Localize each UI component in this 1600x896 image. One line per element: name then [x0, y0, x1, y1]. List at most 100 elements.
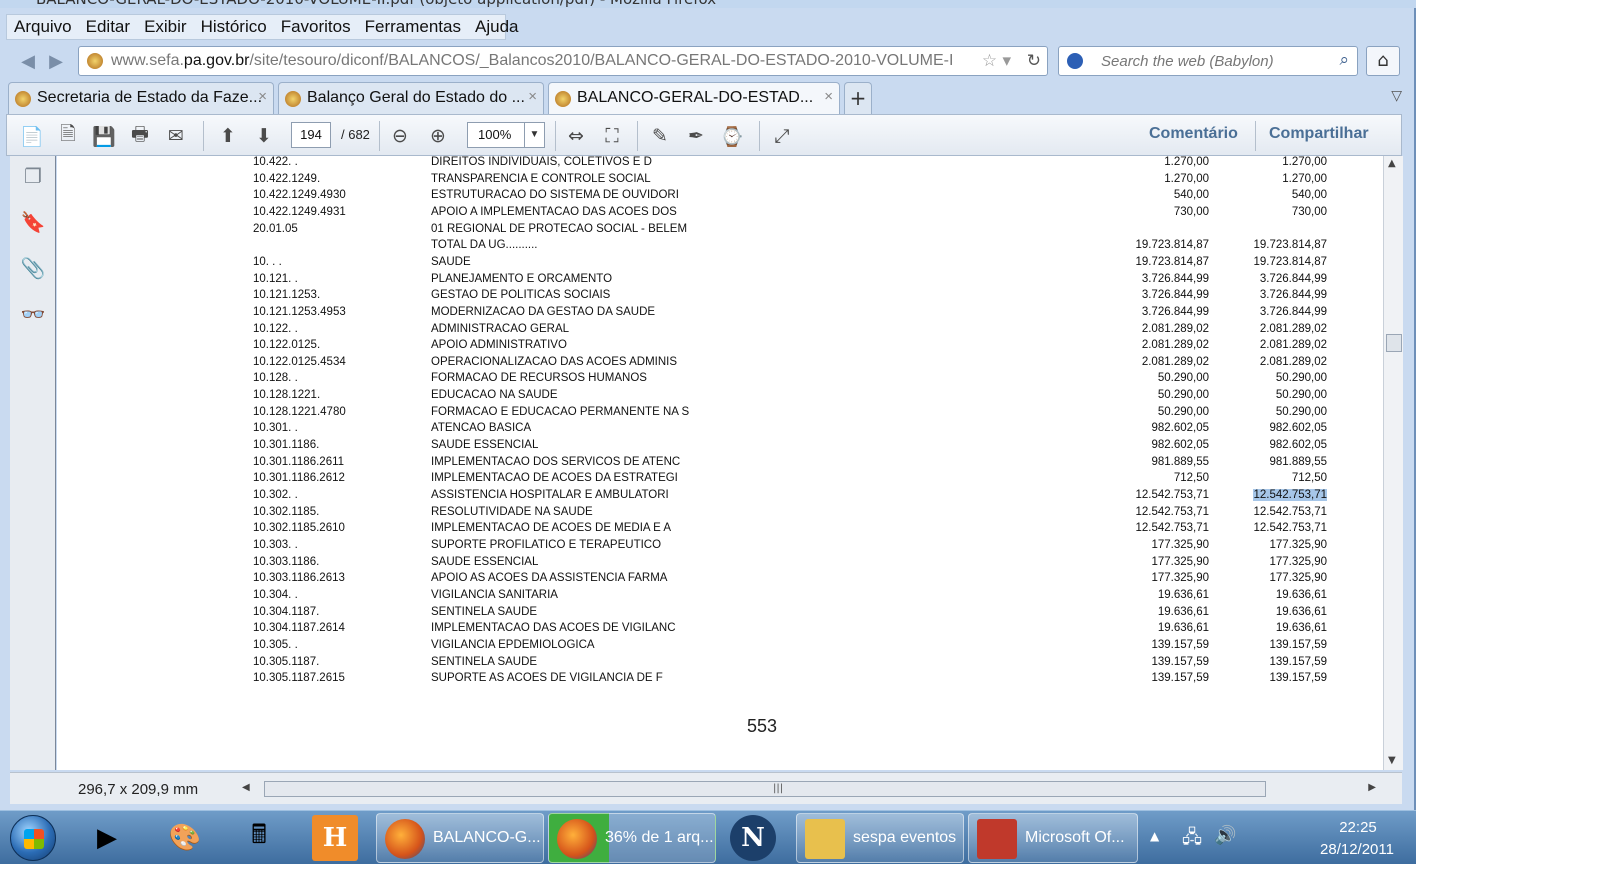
scroll-thumb[interactable]: [1386, 334, 1402, 352]
menu-favoritos[interactable]: Favoritos: [274, 17, 358, 37]
row-value-2: 19.636,61: [1275, 588, 1327, 601]
search-icon[interactable]: ⌕: [1339, 50, 1349, 70]
email-icon[interactable]: ✉: [163, 123, 189, 149]
menu-historico[interactable]: Histórico: [194, 17, 274, 37]
row-description: SUPORTE PROFILATICO E TERAPEUTICO: [431, 538, 662, 551]
fit-width-icon[interactable]: ⇔: [563, 123, 589, 149]
edit-pdf-icon[interactable]: 🗎: [55, 123, 81, 149]
menu-ajuda[interactable]: Ajuda: [468, 17, 525, 37]
zoom-out-icon[interactable]: ⊖: [387, 123, 413, 149]
clock-time[interactable]: 22:25: [1318, 819, 1398, 836]
comment-button[interactable]: Comentário: [1149, 125, 1238, 143]
row-value-2: 2.081.289,02: [1259, 355, 1327, 368]
fit-page-icon[interactable]: ⛶: [599, 123, 625, 149]
site-identity-icon[interactable]: [87, 53, 103, 69]
tab-balanco-pdf[interactable]: BALANCO-GERAL-DO-ESTAD... ×: [548, 82, 840, 114]
netscape-icon[interactable]: N: [730, 815, 776, 861]
url-bar[interactable]: www.sefa.pa.gov.br/site/tesouro/diconf/B…: [78, 46, 1048, 76]
back-arrow-icon[interactable]: ◀: [14, 47, 42, 75]
pen-icon[interactable]: ✒: [683, 123, 709, 149]
tab-list-chevron-down-icon[interactable]: ▽: [1391, 88, 1402, 104]
show-hidden-icons-icon[interactable]: ▲: [1150, 829, 1159, 843]
tab-balanco-geral[interactable]: Balanço Geral do Estado do ... ×: [278, 82, 544, 114]
pdf-status-bar: 296,7 x 209,9 mm ◀ ||| ▶: [10, 772, 1402, 804]
clock-date[interactable]: 28/12/2011: [1302, 841, 1412, 858]
scroll-up-icon[interactable]: ▲: [1388, 158, 1396, 169]
new-tab-icon[interactable]: +: [844, 82, 872, 114]
row-code: 10.128. .: [253, 372, 298, 385]
binoculars-icon[interactable]: 👓: [20, 302, 46, 328]
close-icon[interactable]: ×: [528, 88, 537, 105]
calculator-icon[interactable]: 🖩: [236, 815, 282, 861]
pdf-side-panel: ❐ 🔖 📎 👓: [10, 156, 56, 770]
menu-arquivo[interactable]: Arquivo: [7, 17, 79, 37]
next-page-icon[interactable]: ⬇: [251, 123, 277, 149]
row-description: ADMINISTRACAO GERAL: [431, 322, 570, 335]
row-value-2: 982.602,05: [1269, 439, 1327, 452]
menu-bar: Arquivo Editar Exibir Histórico Favorito…: [6, 14, 518, 40]
zoom-in-icon[interactable]: ⊕: [425, 123, 451, 149]
task-microsoft-office[interactable]: Microsoft Of...: [968, 813, 1138, 863]
menu-exibir[interactable]: Exibir: [137, 17, 194, 37]
media-player-icon[interactable]: ▶: [84, 815, 130, 861]
scroll-right-icon[interactable]: ▶: [1368, 782, 1376, 793]
task-firefox-balanco[interactable]: BALANCO-G...: [376, 813, 544, 863]
print-icon[interactable]: 🖶: [127, 123, 153, 149]
url-text[interactable]: www.sefa.pa.gov.br/site/tesouro/diconf/B…: [111, 52, 981, 70]
close-icon[interactable]: ×: [258, 88, 267, 105]
menu-ferramentas[interactable]: Ferramentas: [358, 17, 468, 37]
row-code: 10.301.1186.2612: [253, 472, 345, 485]
h-app-icon[interactable]: H: [312, 815, 358, 861]
page-size: 296,7 x 209,9 mm: [78, 781, 199, 798]
table-row: 10.301. . ATENCAO BASICA 982.602,05 982.602…: [57, 422, 1383, 439]
row-code: 10.303.1186.2613: [253, 572, 345, 585]
horizontal-scrollbar[interactable]: ◀ ||| ▶: [236, 779, 1382, 799]
grip-icon: |||: [773, 783, 784, 794]
forward-arrow-icon[interactable]: ▶: [42, 47, 70, 75]
scroll-thumb[interactable]: |||: [264, 781, 1266, 797]
save-icon[interactable]: 💾: [91, 123, 117, 149]
row-code: 10. . .: [253, 255, 282, 268]
row-value-1: 982.602,05: [1151, 422, 1209, 435]
menu-editar[interactable]: Editar: [79, 17, 137, 37]
page-number-input[interactable]: 194: [291, 122, 331, 148]
window-titlebar[interactable]: BALANCO-GERAL-DO-ESTADO-2010-VOLUME-II.p…: [0, 0, 1416, 8]
bookmark-star-icon[interactable]: ☆ ▾: [982, 51, 1011, 71]
full-screen-icon[interactable]: ⤢: [769, 123, 795, 149]
row-description: GESTAO DE POLITICAS SOCIAIS: [431, 289, 611, 302]
table-row: 10.303.1186.2613 APOIO AS ACOES DA ASSIST…: [57, 572, 1383, 589]
bookmarks-icon[interactable]: 🔖: [20, 210, 46, 236]
search-engine-icon[interactable]: [1067, 53, 1083, 69]
create-pdf-icon[interactable]: 📄: [19, 123, 45, 149]
share-button[interactable]: Compartilhar: [1269, 125, 1369, 143]
table-row: 10.305.1187. SENTINELA SAUDE 139.157,59 139…: [57, 656, 1383, 673]
row-value-1: 19.636,61: [1157, 588, 1209, 601]
network-icon[interactable]: 🖧: [1182, 825, 1202, 855]
row-value-1: 177.325,90: [1151, 555, 1209, 568]
reload-icon[interactable]: ↻: [1027, 51, 1041, 71]
table-row: 10.305.1187.2615 SUPORTE AS ACOES DE VIGI…: [57, 672, 1383, 689]
toolbar-divider: [637, 121, 638, 151]
tab-secretaria[interactable]: Secretaria de Estado da Faze... ×: [8, 82, 274, 114]
task-folder-sespa[interactable]: sespa eventos: [796, 813, 964, 863]
row-value-1: 730,00: [1173, 205, 1209, 218]
timestamp-icon[interactable]: ⌚: [719, 123, 745, 149]
scroll-down-icon[interactable]: ▼: [1388, 755, 1396, 766]
page-thumbnails-icon[interactable]: ❐: [20, 164, 46, 190]
attachments-icon[interactable]: 📎: [20, 256, 46, 282]
pdf-document-view[interactable]: 10.422. . DIREITOS INDIVIDUAIS, COLETIVOS…: [57, 156, 1383, 770]
sign-icon[interactable]: ✎: [647, 123, 673, 149]
previous-page-icon[interactable]: ⬆: [215, 123, 241, 149]
scroll-left-icon[interactable]: ◀: [242, 782, 250, 793]
paint-icon[interactable]: 🎨: [162, 815, 208, 861]
search-bar[interactable]: Search the web (Babylon) ⌕: [1058, 46, 1358, 76]
task-firefox-download[interactable]: 36% de 1 arq...: [548, 813, 716, 863]
vertical-scrollbar[interactable]: ▲ ▼: [1383, 156, 1403, 770]
volume-icon[interactable]: 🔊: [1214, 825, 1236, 846]
close-icon[interactable]: ×: [824, 88, 833, 105]
start-button[interactable]: [10, 815, 56, 861]
row-value-2: 177.325,90: [1269, 555, 1327, 568]
zoom-select[interactable]: 100% ▼: [467, 122, 545, 148]
chevron-down-icon[interactable]: ▼: [524, 123, 544, 147]
home-icon[interactable]: ⌂: [1366, 46, 1400, 76]
